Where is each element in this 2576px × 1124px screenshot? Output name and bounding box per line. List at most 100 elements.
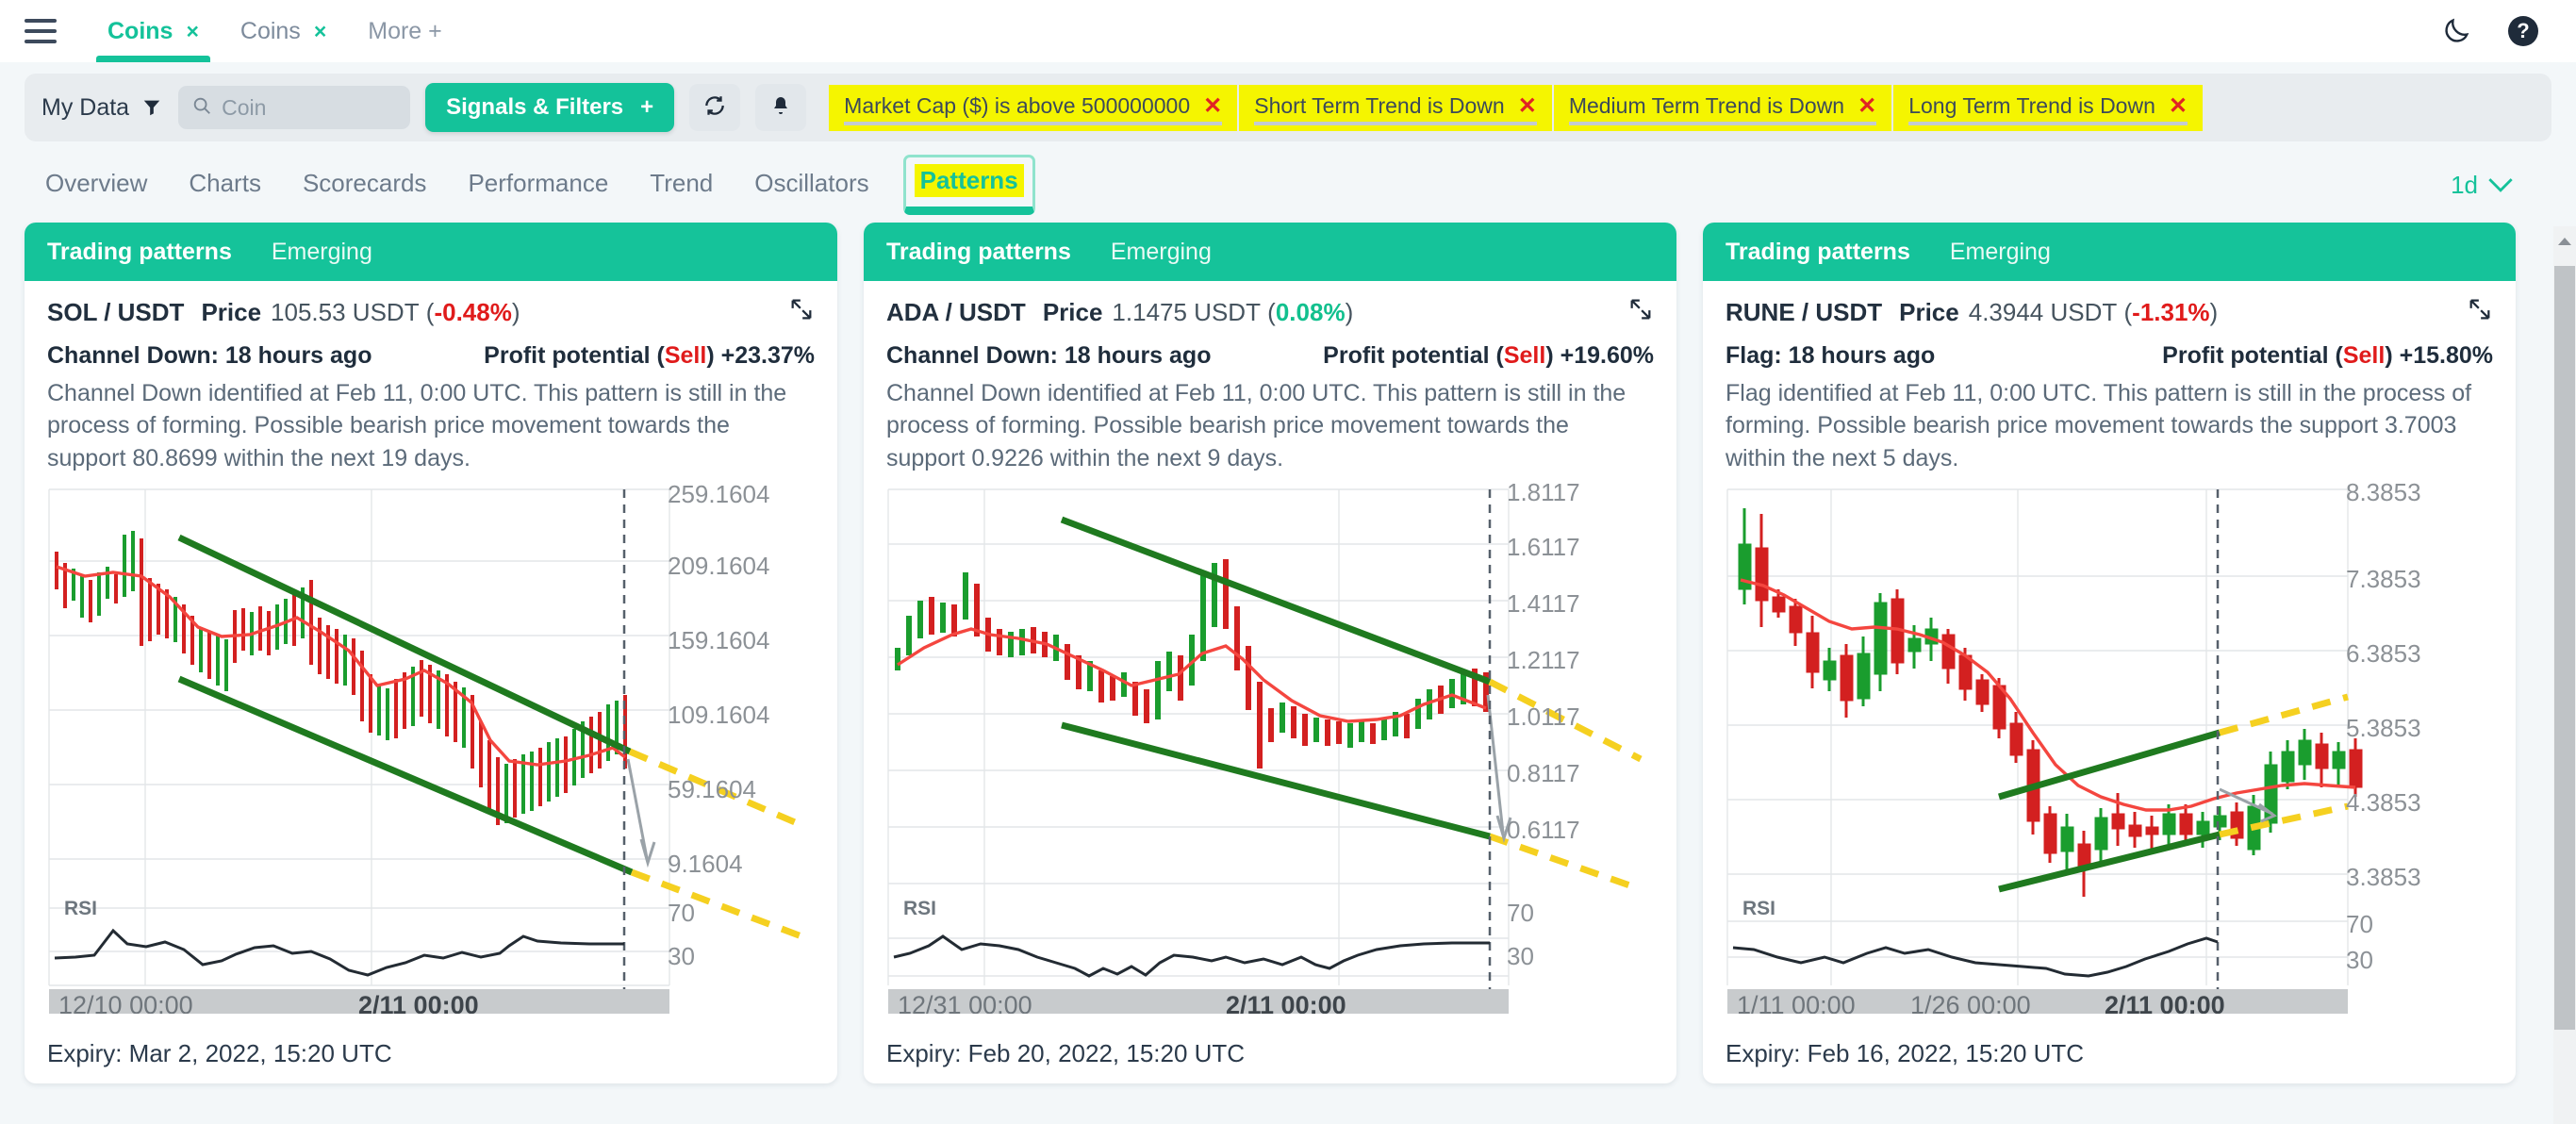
window-tab-label: Coins xyxy=(239,17,301,44)
hamburger-menu-icon[interactable] xyxy=(25,19,57,43)
card-tab-trading-patterns[interactable]: Trading patterns xyxy=(47,239,232,266)
signals-button-label: Signals & Filters xyxy=(446,94,624,120)
y-tick: 4.3853 xyxy=(2346,787,2421,817)
y-tick: 3.3853 xyxy=(2346,862,2421,891)
refresh-button[interactable] xyxy=(689,84,741,131)
window-tab-more[interactable]: More + xyxy=(347,0,463,62)
svg-text:2/11 00:00: 2/11 00:00 xyxy=(358,991,479,1014)
card-tab-trading-patterns[interactable]: Trading patterns xyxy=(1726,239,1910,266)
funnel-icon[interactable] xyxy=(140,97,163,118)
tab-overview[interactable]: Overview xyxy=(25,161,168,215)
expand-icon[interactable] xyxy=(2467,296,2493,329)
pair-price-line: ADA / USDT Price 1.1475 USDT (0.08%) xyxy=(886,296,1654,329)
card-tab-bar: Trading patterns Emerging xyxy=(25,223,837,281)
close-icon[interactable]: ✕ xyxy=(1518,92,1537,120)
y-tick: 1.6117 xyxy=(1507,532,1580,561)
filter-chip-label: Short Term Trend is Down xyxy=(1254,92,1505,118)
price-chart[interactable]: RSI 1/11 00:00 1/26 00:00 2/11 00:00 8.3… xyxy=(1726,478,2493,1023)
svg-text:RSI: RSI xyxy=(64,898,97,919)
my-data-label: My Data xyxy=(41,93,130,121)
y-tick: 6.3853 xyxy=(2346,638,2421,668)
card-tab-trading-patterns[interactable]: Trading patterns xyxy=(886,239,1071,266)
search-input[interactable]: Coin xyxy=(178,86,411,129)
active-filter-chips: Market Cap ($) is above 500000000 ✕ Shor… xyxy=(829,84,2203,131)
window-tab-coins-2[interactable]: Coins × xyxy=(220,0,347,62)
pattern-card: Trading patterns Emerging RUNE / USDT Pr… xyxy=(1703,223,2516,1083)
svg-text:2/11 00:00: 2/11 00:00 xyxy=(2105,991,2225,1014)
filter-chip[interactable]: Medium Term Trend is Down ✕ xyxy=(1553,84,1892,131)
tab-charts[interactable]: Charts xyxy=(168,161,282,215)
pair-price-line: SOL / USDT Price 105.53 USDT (-0.48%) xyxy=(47,296,815,329)
window-title-bar: Coins × Coins × More + ? xyxy=(0,0,2576,62)
expand-icon[interactable] xyxy=(788,296,815,329)
section-tab-bar: Overview Charts Scorecards Performance T… xyxy=(0,141,2576,215)
tab-patterns[interactable]: Patterns xyxy=(902,155,1035,215)
tab-performance[interactable]: Performance xyxy=(447,161,629,215)
card-tab-bar: Trading patterns Emerging xyxy=(864,223,1676,281)
card-tab-emerging[interactable]: Emerging xyxy=(1111,239,1212,266)
price-change: 0.08% xyxy=(1275,298,1346,326)
vertical-scrollbar[interactable] xyxy=(2553,226,2576,1124)
card-tab-emerging[interactable]: Emerging xyxy=(1950,239,2051,266)
filter-chip[interactable]: Market Cap ($) is above 500000000 ✕ xyxy=(829,84,1238,131)
close-icon[interactable]: × xyxy=(186,19,198,44)
filter-toolbar: My Data Coin Signals & Filters + Market … xyxy=(25,74,2551,141)
rsi-tick: 30 xyxy=(668,941,695,970)
price-value: 4.3944 USDT xyxy=(1968,298,2118,326)
y-tick: 109.1604 xyxy=(668,700,770,729)
scrollbar-thumb[interactable] xyxy=(2554,266,2575,1030)
pattern-name: Channel Down: 18 hours ago xyxy=(47,342,372,369)
close-icon[interactable]: ✕ xyxy=(2169,92,2188,120)
filter-chip[interactable]: Long Term Trend is Down ✕ xyxy=(1893,84,2203,131)
alerts-button[interactable] xyxy=(755,84,807,131)
tab-scorecards[interactable]: Scorecards xyxy=(282,161,448,215)
moon-icon[interactable] xyxy=(2440,15,2472,47)
search-icon xyxy=(191,95,212,121)
window-tab-coins-1[interactable]: Coins × xyxy=(87,0,220,62)
y-tick: 1.4117 xyxy=(1507,588,1580,618)
close-icon[interactable]: ✕ xyxy=(1858,92,1876,120)
my-data-selector[interactable]: My Data xyxy=(41,94,163,122)
filter-chip[interactable]: Short Term Trend is Down ✕ xyxy=(1239,84,1552,131)
svg-text:1/26 00:00: 1/26 00:00 xyxy=(1910,991,2031,1014)
price-chart[interactable]: RSI 12/10 00:00 2/11 00:00 259.1604 209.… xyxy=(47,480,815,1023)
pair-symbol: SOL / USDT xyxy=(47,298,185,326)
svg-text:RSI: RSI xyxy=(1742,898,1775,919)
scroll-up-arrow-icon[interactable] xyxy=(2557,234,2572,251)
rsi-tick: 70 xyxy=(668,898,695,927)
card-tab-emerging[interactable]: Emerging xyxy=(272,239,372,266)
profit-label: Profit potential xyxy=(2162,342,2329,369)
price-chart[interactable]: RSI 12/31 00:00 2/11 00:00 1.8117 1.6117… xyxy=(886,478,1654,1023)
pattern-name: Channel Down: 18 hours ago xyxy=(886,342,1212,369)
pair-symbol: ADA / USDT xyxy=(886,298,1026,326)
profit-action: Sell xyxy=(664,342,707,369)
pattern-cards-row: Trading patterns Emerging SOL / USDT Pri… xyxy=(0,215,2576,1083)
profit-action: Sell xyxy=(2342,342,2386,369)
svg-text:RSI: RSI xyxy=(903,898,936,919)
card-body: SOL / USDT Price 105.53 USDT (-0.48%) Ch… xyxy=(25,281,837,1030)
help-circle-icon[interactable]: ? xyxy=(2508,16,2538,46)
period-label: 1d xyxy=(2451,171,2478,199)
card-body: ADA / USDT Price 1.1475 USDT (0.08%) Cha… xyxy=(864,281,1676,1030)
rsi-tick: 30 xyxy=(2346,945,2373,974)
profit-label: Profit potential xyxy=(1323,342,1490,369)
pattern-meta-line: Channel Down: 18 hours ago Profit potent… xyxy=(47,342,815,369)
window-tab-label: Coins xyxy=(107,17,173,44)
period-selector[interactable]: 1d xyxy=(2451,171,2551,215)
pattern-description: Flag identified at Feb 11, 0:00 UTC. Thi… xyxy=(1726,380,2472,471)
y-tick: 1.2117 xyxy=(1507,645,1580,674)
svg-text:12/31 00:00: 12/31 00:00 xyxy=(898,991,1032,1014)
pattern-name: Flag: 18 hours ago xyxy=(1726,342,1936,369)
close-icon[interactable]: ✕ xyxy=(1203,92,1222,120)
expand-icon[interactable] xyxy=(1627,296,1654,329)
price-label: Price xyxy=(1042,298,1103,326)
close-icon[interactable]: × xyxy=(314,19,326,44)
top-right-actions: ? xyxy=(2440,15,2551,47)
rsi-tick: 70 xyxy=(1507,898,1534,927)
y-tick: 8.3853 xyxy=(2346,477,2421,506)
tab-oscillators[interactable]: Oscillators xyxy=(734,161,889,215)
y-tick: 5.3853 xyxy=(2346,713,2421,742)
tab-trend[interactable]: Trend xyxy=(629,161,734,215)
y-tick: 0.8117 xyxy=(1507,758,1580,787)
signals-and-filters-button[interactable]: Signals & Filters + xyxy=(425,83,675,132)
